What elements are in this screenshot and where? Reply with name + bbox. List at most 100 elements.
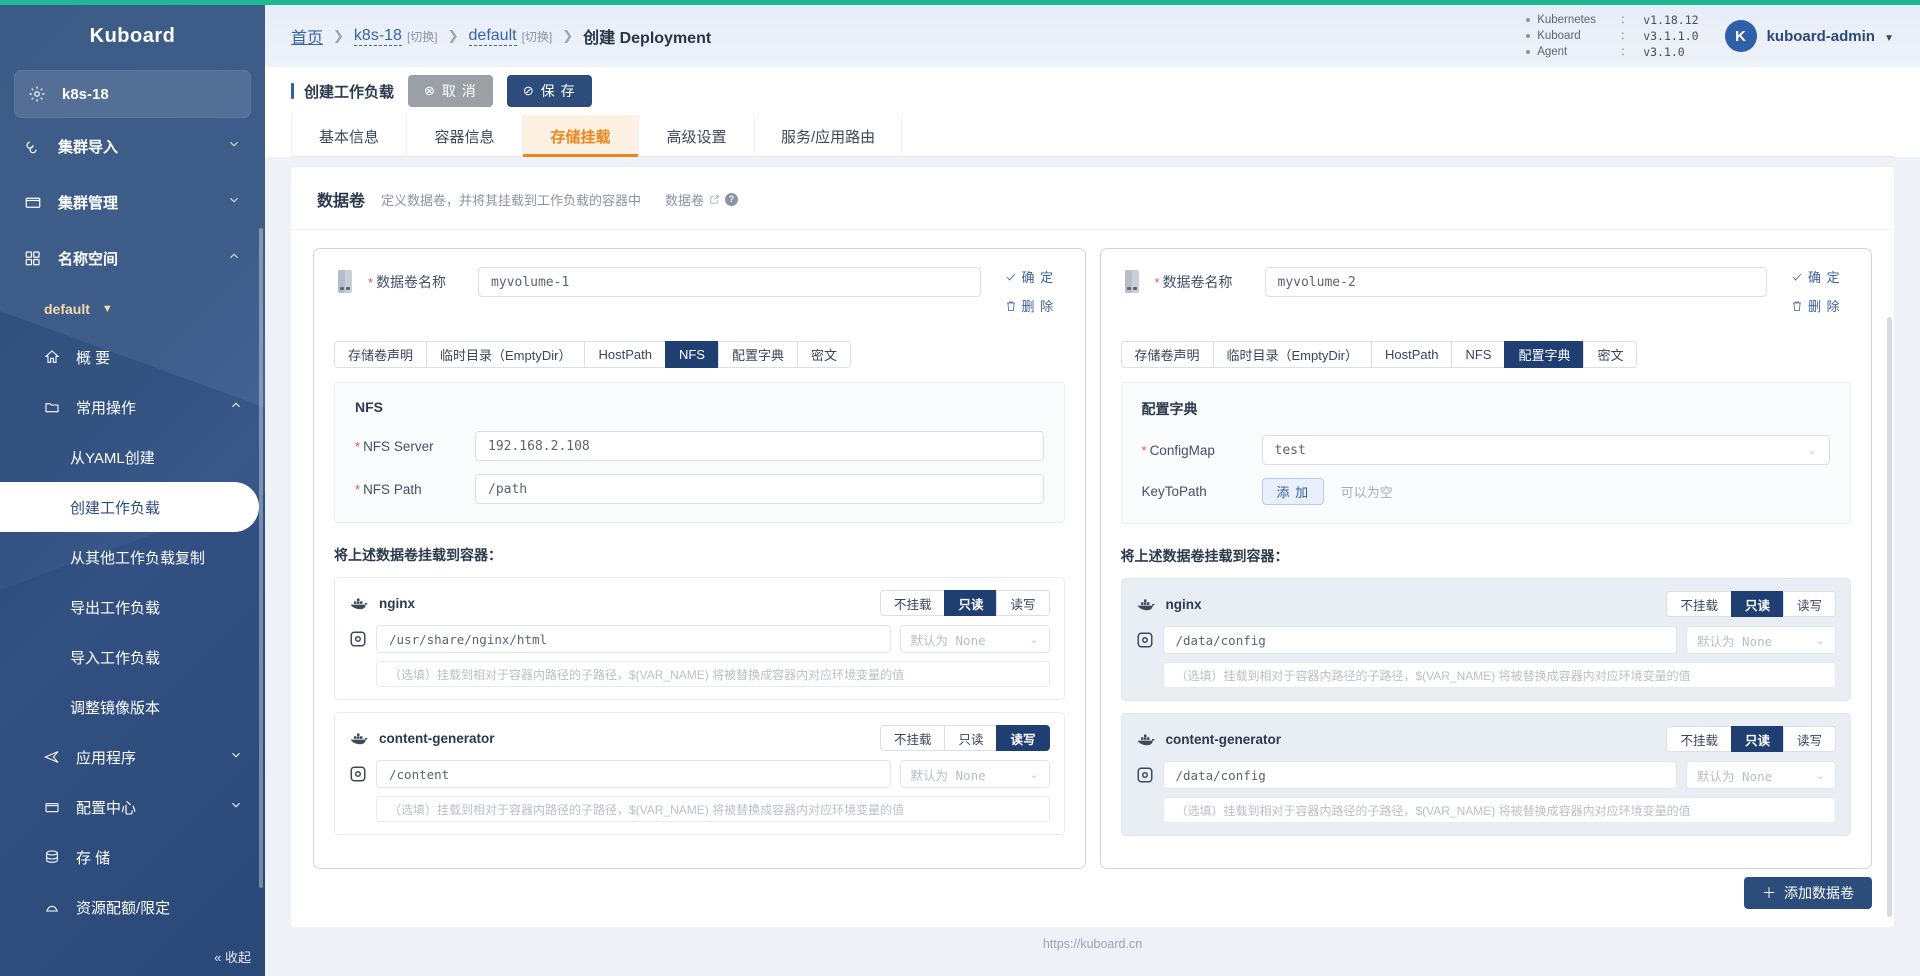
sidebar-item-create-workload[interactable]: 创建工作负载	[0, 482, 259, 532]
docker-icon	[349, 730, 369, 746]
sidebar-item-resource-quota[interactable]: 资源配额/限定	[0, 882, 265, 932]
breadcrumb-home[interactable]: 首页	[291, 24, 323, 48]
type-tab-secret[interactable]: 密文	[1583, 341, 1638, 368]
volume-confirm-button[interactable]: 确 定	[1791, 267, 1851, 286]
type-tab-nfs[interactable]: NFS	[664, 341, 718, 368]
cancel-button[interactable]: ⊗ 取 消	[408, 75, 493, 107]
footer-link[interactable]: https://kuboard.cn	[291, 927, 1894, 963]
volume-name-input[interactable]: myvolume-1	[478, 267, 981, 297]
settings-gear-icon	[1136, 766, 1154, 784]
tab-service-route[interactable]: 服务/应用路由	[755, 115, 903, 157]
subpath-mode-select[interactable]: 默认为 None ⌄	[1686, 626, 1836, 654]
breadcrumb-namespace[interactable]: default	[468, 27, 517, 46]
sidebar-item-adjust-image[interactable]: 调整镜像版本	[0, 682, 265, 732]
sidebar-item-overview[interactable]: 概 要	[0, 332, 265, 382]
sidebar-item-config-center[interactable]: 配置中心	[0, 782, 265, 832]
tab-container-info[interactable]: 容器信息	[407, 115, 523, 157]
content-scrollbar[interactable]	[1887, 317, 1892, 917]
sidebar-item-copy-workload[interactable]: 从其他工作负载复制	[0, 532, 265, 582]
type-tab-hostpath[interactable]: HostPath	[584, 341, 665, 368]
mode-none[interactable]: 不挂载	[1666, 591, 1731, 617]
sidebar-item-applications[interactable]: 应用程序	[0, 732, 265, 782]
type-tab-emptydir[interactable]: 临时目录（EmptyDir）	[426, 341, 585, 368]
add-volume-button[interactable]: ＋ 添加数据卷	[1744, 877, 1872, 909]
tab-basic-info[interactable]: 基本信息	[291, 115, 407, 157]
sidebar-item-import-workload[interactable]: 导入工作负载	[0, 632, 265, 682]
subpath-input[interactable]: （选填）挂载到相对于容器内路径的子路径，$(VAR_NAME) 将被替换成容器内…	[376, 796, 1050, 822]
type-tab-secret[interactable]: 密文	[796, 341, 851, 368]
mode-none[interactable]: 不挂载	[879, 590, 945, 616]
mode-readwrite[interactable]: 读写	[1782, 591, 1836, 617]
mount-path-input[interactable]: /data/config	[1162, 761, 1677, 789]
configmap-select[interactable]: test ⌄	[1261, 435, 1830, 465]
mount-path-input[interactable]: /usr/share/nginx/html	[376, 625, 891, 653]
subpath-input[interactable]: （选填）挂载到相对于容器内路径的子路径，$(VAR_NAME) 将被替换成容器内…	[1162, 662, 1836, 688]
nfs-server-row: * NFS Server 192.168.2.108	[355, 431, 1044, 461]
panel-doc-link[interactable]: 数据卷 ?	[665, 190, 739, 209]
mode-readwrite[interactable]: 读写	[1782, 726, 1836, 752]
volume-delete-button[interactable]: 删 除	[1005, 296, 1065, 315]
mode-readonly[interactable]: 只读	[944, 590, 997, 616]
subpath-mode-select[interactable]: 默认为 None ⌄	[1686, 761, 1836, 789]
mode-readwrite[interactable]: 读写	[996, 725, 1050, 751]
type-tab-pvc[interactable]: 存储卷声明	[1120, 341, 1213, 368]
subpath-mode-select[interactable]: 默认为 None ⌄	[899, 625, 1050, 653]
sidebar-item-export-workload-label: 导出工作负载	[70, 599, 161, 617]
type-tab-configmap[interactable]: 配置字典	[717, 341, 797, 368]
breadcrumb-namespace-switch[interactable]: [切换]	[522, 28, 553, 45]
volumes-grid: * 数据卷名称 myvolume-1 确 定 删 除 存储卷声明 临时目录（Em…	[291, 230, 1894, 869]
nfs-path-input[interactable]: /path	[475, 474, 1044, 504]
cancel-icon: ⊗	[424, 83, 436, 98]
sidebar-scrollbar[interactable]	[259, 228, 263, 888]
type-tab-pvc[interactable]: 存储卷声明	[334, 341, 427, 368]
subpath-input[interactable]: （选填）挂载到相对于容器内路径的子路径，$(VAR_NAME) 将被替换成容器内…	[1162, 797, 1836, 823]
version-separator: :	[1621, 46, 1625, 58]
container-header: nginx 不挂载 只读 读写	[349, 590, 1050, 616]
sidebar-item-namespace[interactable]: 名称空间	[0, 230, 265, 286]
sidebar-item-cluster-manage[interactable]: 集群管理	[0, 174, 265, 230]
help-icon[interactable]: ?	[725, 192, 739, 206]
sidebar-item-export-workload[interactable]: 导出工作负载	[0, 582, 265, 632]
volume-confirm-button[interactable]: 确 定	[1005, 267, 1065, 286]
docker-icon	[349, 595, 369, 611]
volume-name-input[interactable]: myvolume-2	[1264, 267, 1767, 297]
mode-readwrite[interactable]: 读写	[996, 590, 1050, 616]
nfs-server-input[interactable]: 192.168.2.108	[475, 431, 1044, 461]
volume-name-label: * 数据卷名称	[1155, 267, 1253, 292]
mode-readonly[interactable]: 只读	[1730, 591, 1783, 617]
breadcrumb-cluster[interactable]: k8s-18	[353, 27, 402, 46]
sidebar-item-create-from-yaml[interactable]: 从YAML创建	[0, 432, 265, 482]
mode-none[interactable]: 不挂载	[879, 725, 945, 751]
type-tab-hostpath[interactable]: HostPath	[1370, 341, 1452, 368]
save-button[interactable]: ⊘ 保 存	[506, 75, 592, 107]
subpath-mode-value: 默认为 None	[1697, 768, 1773, 784]
mode-none[interactable]: 不挂载	[1666, 726, 1731, 752]
sidebar-item-cluster[interactable]: k8s-18	[14, 70, 251, 118]
subpath-mode-select[interactable]: 默认为 None ⌄	[899, 760, 1050, 788]
mount-path-input[interactable]: /data/config	[1162, 626, 1677, 654]
breadcrumb-cluster-switch[interactable]: [切换]	[407, 28, 438, 45]
type-tab-nfs[interactable]: NFS	[1451, 341, 1505, 368]
mode-readonly[interactable]: 只读	[1730, 726, 1783, 752]
sidebar-namespace-selector[interactable]: default ▼	[0, 286, 265, 332]
keytopath-add-button[interactable]: 添 加	[1261, 478, 1325, 505]
chevron-down-icon: ⌄	[1815, 634, 1825, 647]
sidebar-item-cluster-import[interactable]: 集群导入	[0, 118, 265, 174]
sidebar-item-storage[interactable]: 存 储	[0, 832, 265, 882]
sidebar-namespace-value: default	[44, 301, 90, 317]
subpath-input[interactable]: （选填）挂载到相对于容器内路径的子路径，$(VAR_NAME) 将被替换成容器内…	[376, 661, 1050, 687]
sidebar-item-common-ops[interactable]: 常用操作	[0, 382, 265, 432]
sidebar-collapse-button[interactable]: « 收起	[214, 947, 251, 966]
tab-advanced-settings[interactable]: 高级设置	[639, 115, 755, 157]
user-menu[interactable]: K kuboard-admin ▼	[1724, 20, 1894, 52]
version-value: v3.1.1.0	[1643, 29, 1699, 43]
disk-icon	[1121, 269, 1143, 295]
mount-mode-group: 不挂载 只读 读写	[879, 590, 1050, 616]
container-name: nginx	[1165, 596, 1202, 612]
mode-readonly[interactable]: 只读	[944, 725, 997, 751]
volume-delete-button[interactable]: 删 除	[1791, 296, 1851, 315]
type-tab-emptydir[interactable]: 临时目录（EmptyDir）	[1212, 341, 1371, 368]
mount-path-input[interactable]: /content	[376, 760, 891, 788]
tab-storage-mount[interactable]: 存储挂载	[523, 115, 639, 157]
type-tab-configmap[interactable]: 配置字典	[1504, 341, 1584, 368]
